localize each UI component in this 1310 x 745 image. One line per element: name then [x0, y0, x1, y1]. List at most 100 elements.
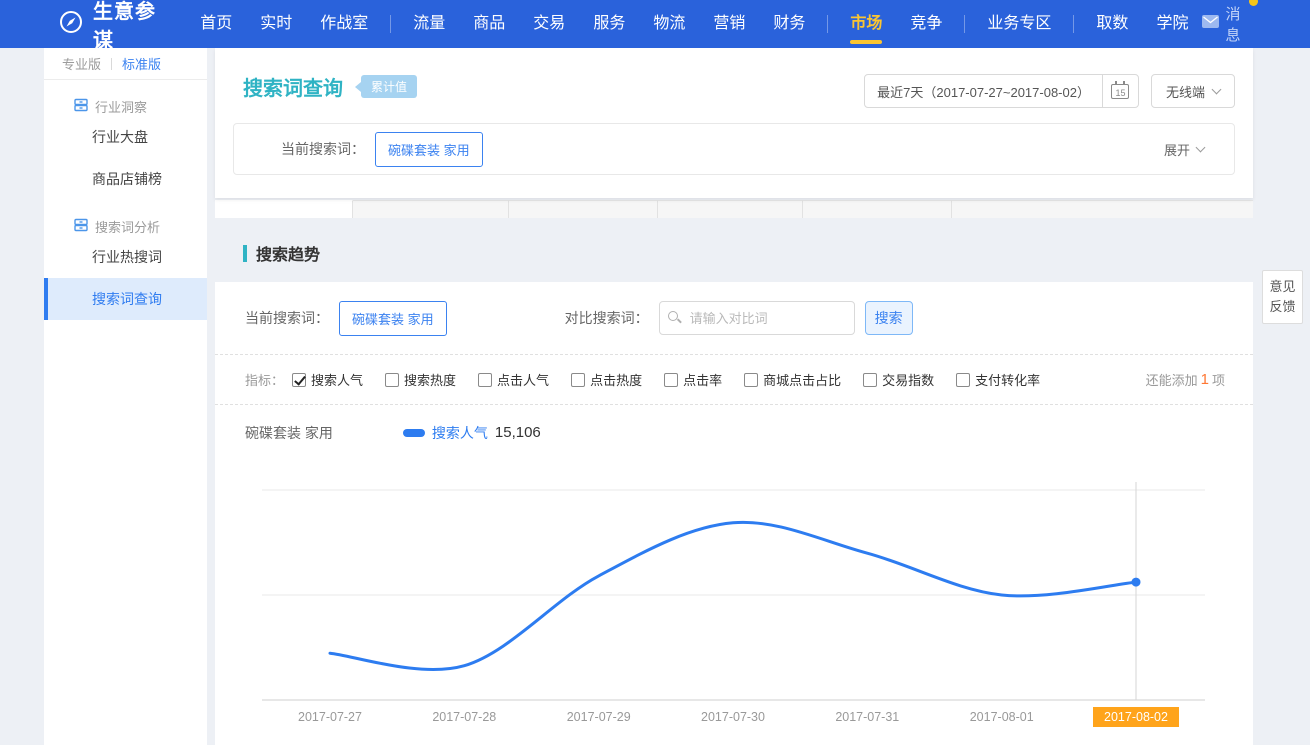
cumulative-tag: 累计值: [361, 75, 417, 98]
metric-点击热度[interactable]: 点击热度: [571, 370, 642, 389]
metric-商城点击占比[interactable]: 商城点击占比: [744, 370, 841, 389]
metric-点击人气[interactable]: 点击人气: [478, 370, 549, 389]
nav-item-作战室[interactable]: 作战室: [306, 0, 382, 48]
device-selector[interactable]: 无线端: [1151, 74, 1235, 108]
cabinet-icon: [74, 98, 88, 115]
tab-strip: [215, 200, 1253, 218]
metric-label: 点击人气: [497, 370, 549, 389]
nav-items: 首页实时作战室流量商品交易服务物流营销财务市场竞争业务专区取数学院: [186, 0, 1202, 48]
remaining-suffix: 项: [1212, 370, 1225, 389]
expand-label: 展开: [1164, 140, 1190, 159]
current-term-button[interactable]: 碗碟套装 家用: [375, 132, 483, 167]
metric-搜索热度[interactable]: 搜索热度: [385, 370, 456, 389]
checkbox-icon[interactable]: [664, 373, 678, 387]
title-accent-bar: [243, 245, 247, 262]
x-axis-label: 2017-08-01: [970, 710, 1034, 724]
cabinet-icon: [74, 218, 88, 235]
last-point-dot: [1132, 578, 1141, 587]
nav-divider: [390, 15, 391, 33]
search-button[interactable]: 搜索: [865, 301, 913, 335]
feedback-button[interactable]: 意见反馈: [1262, 270, 1303, 324]
checkbox-icon[interactable]: [744, 373, 758, 387]
x-axis-label: 2017-07-29: [567, 710, 631, 724]
calendar-day: 15: [1115, 88, 1125, 98]
tab-cell-3[interactable]: [509, 200, 658, 218]
title-row: 搜索词查询 累计值: [243, 72, 417, 101]
metric-搜索人气[interactable]: 搜索人气: [292, 370, 363, 389]
divider: [111, 58, 112, 70]
trend-panel: 当前搜索词： 碗碟套装 家用 对比搜索词： 搜索 指标： 搜索人气 搜索热度 点击人…: [215, 282, 1253, 745]
section-title: 搜索趋势: [243, 241, 320, 265]
logo-text: 生意参谋: [93, 0, 160, 53]
nav-item-流量[interactable]: 流量: [399, 0, 459, 48]
legend-series-name: 搜索人气: [432, 423, 488, 443]
sidebar-item-搜索词查询[interactable]: 搜索词查询: [44, 278, 207, 320]
nav-item-交易[interactable]: 交易: [519, 0, 579, 48]
x-axis-label: 2017-07-28: [432, 710, 496, 724]
nav-item-首页[interactable]: 首页: [186, 0, 246, 48]
tab-cell-5[interactable]: [803, 200, 952, 218]
chart-legend: 碗碟套装 家用 搜索人气 15,106: [215, 405, 1253, 460]
feedback-line: 反馈: [1263, 297, 1302, 317]
metric-点击率[interactable]: 点击率: [664, 370, 722, 389]
nav-item-取数[interactable]: 取数: [1082, 0, 1142, 48]
top-nav: 生意参谋 首页实时作战室流量商品交易服务物流营销财务市场竞争业务专区取数学院 消…: [0, 0, 1310, 48]
date-range-picker[interactable]: 最近7天（2017-07-27~2017-08-02） 15: [864, 74, 1139, 108]
calendar-button[interactable]: 15: [1102, 74, 1138, 108]
nav-item-业务专区[interactable]: 业务专区: [973, 0, 1065, 48]
tab-cell-4[interactable]: [658, 200, 803, 218]
chevron-down-icon: [1196, 142, 1206, 152]
metrics-label: 指标：: [245, 370, 284, 389]
nav-divider: [1073, 15, 1074, 33]
metric-label: 搜索人气: [311, 370, 363, 389]
checkbox-checked-icon[interactable]: [292, 373, 306, 387]
nav-item-市场[interactable]: 市场: [836, 0, 896, 48]
nav-item-物流[interactable]: 物流: [639, 0, 699, 48]
chevron-down-icon: [1212, 84, 1222, 94]
checkbox-icon[interactable]: [956, 373, 970, 387]
nav-item-服务[interactable]: 服务: [579, 0, 639, 48]
nav-message[interactable]: 消息: [1202, 3, 1248, 45]
checkbox-icon[interactable]: [863, 373, 877, 387]
screen: 生意参谋 首页实时作战室流量商品交易服务物流营销财务市场竞争业务专区取数学院 消…: [0, 0, 1310, 745]
current-term-box: 当前搜索词： 碗碟套装 家用 展开: [233, 123, 1235, 175]
checkbox-icon[interactable]: [385, 373, 399, 387]
nav-item-商品[interactable]: 商品: [459, 0, 519, 48]
expand-toggle[interactable]: 展开: [1164, 140, 1234, 159]
sidebar-item-行业大盘[interactable]: 行业大盘: [44, 116, 207, 158]
nav-item-竞争[interactable]: 竞争: [896, 0, 956, 48]
tab-cell-1[interactable]: [215, 200, 353, 218]
metric-label: 点击热度: [590, 370, 642, 389]
tab-cell-6[interactable]: [952, 200, 1253, 218]
compare-input[interactable]: [659, 301, 855, 335]
sidebar-item-商品店铺榜[interactable]: 商品店铺榜: [44, 158, 207, 200]
trend-current-term-button[interactable]: 碗碟套装 家用: [339, 301, 447, 336]
sidebar-group-行业洞察: 行业洞察: [44, 96, 207, 116]
metrics-row: 指标： 搜索人气 搜索热度 点击人气 点击热度 点击率 商城点击占比 交易指数 支付转化率 还…: [215, 355, 1253, 405]
tab-cell-2[interactable]: [353, 200, 509, 218]
nav-item-财务[interactable]: 财务: [759, 0, 819, 48]
notification-dot: [1249, 0, 1258, 6]
metric-交易指数[interactable]: 交易指数: [863, 370, 934, 389]
page-title: 搜索词查询: [243, 72, 343, 101]
logo[interactable]: 生意参谋: [58, 0, 160, 53]
x-axis-label: 2017-07-27: [298, 710, 362, 724]
nav-item-实时[interactable]: 实时: [246, 0, 306, 48]
trend-chart[interactable]: 2017-07-272017-07-282017-07-292017-07-30…: [262, 480, 1205, 735]
nav-item-学院[interactable]: 学院: [1142, 0, 1202, 48]
remaining-prefix: 还能添加: [1146, 370, 1198, 389]
nav-item-营销[interactable]: 营销: [699, 0, 759, 48]
trend-query-row: 当前搜索词： 碗碟套装 家用 对比搜索词： 搜索: [215, 282, 1253, 355]
mail-icon: [1202, 15, 1219, 33]
sidebar-item-行业热搜词[interactable]: 行业热搜词: [44, 236, 207, 278]
sidebar-menu: 行业洞察行业大盘商品店铺榜搜索词分析行业热搜词搜索词查询: [44, 96, 207, 320]
checkbox-icon[interactable]: [478, 373, 492, 387]
logo-icon: [58, 9, 84, 40]
x-axis-label: 2017-08-02: [1104, 710, 1168, 724]
version-standard[interactable]: 标准版: [122, 54, 161, 73]
sidebar-group-label: 搜索词分析: [95, 217, 160, 236]
version-pro[interactable]: 专业版: [62, 54, 101, 73]
checkbox-icon[interactable]: [571, 373, 585, 387]
metric-支付转化率[interactable]: 支付转化率: [956, 370, 1040, 389]
sidebar: 专业版 标准版 行业洞察行业大盘商品店铺榜搜索词分析行业热搜词搜索词查询: [44, 48, 207, 745]
